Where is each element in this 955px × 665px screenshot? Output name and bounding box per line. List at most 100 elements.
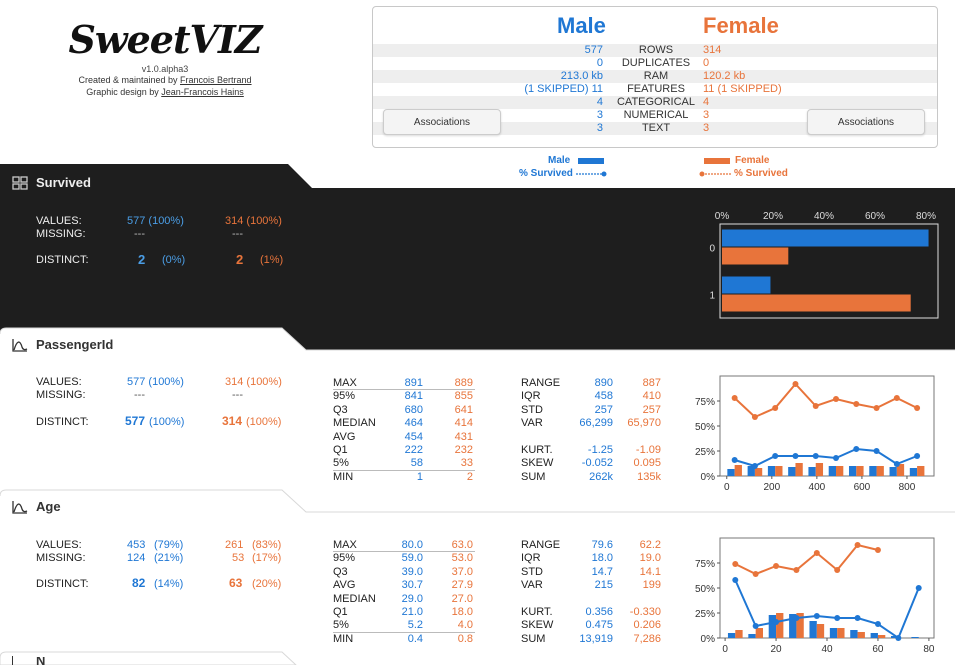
male-survival-point [773,619,780,625]
values-label: VALUES: [36,376,82,388]
y-tick-label: 25% [695,447,715,458]
x-tick-label: 40 [821,644,833,655]
female-bar [734,465,742,476]
stat-female: -0.330 [629,605,661,618]
stat-female: 641 [454,403,473,416]
female-missing: --- [232,389,243,401]
stat-male: 14.7 [591,565,613,578]
stat-label: MIN [333,470,354,483]
stat-female: 62.2 [639,539,661,551]
stat-female: 855 [454,390,473,403]
stat-row: VAR 66,299 65,970 [521,417,663,430]
stat-female: 257 [642,403,661,416]
stat-male: 30.7 [401,579,423,592]
stat-label: SUM [521,632,546,645]
summary-right-value: 11 (1 SKIPPED) [703,83,782,95]
male-bar [722,229,929,247]
stat-male: 891 [404,377,423,389]
stat-female: 889 [454,377,473,389]
female-bar [816,624,825,638]
feature-title: Age [36,499,61,514]
stat-row: MAX 80.0 63.0 [333,539,475,553]
stat-row: MIN 1 2 [333,471,475,484]
female-survival-point [772,405,779,411]
stat-label: Q1 [333,443,348,456]
female-survival-point [833,396,840,402]
stat-male: -0.052 [581,457,613,470]
female-bar [722,247,789,265]
author-link[interactable]: Francois Bertrand [180,75,252,85]
stat-female: 431 [454,430,473,443]
stat-label: 95% [333,552,356,565]
stat-label: 95% [333,390,356,403]
plot-frame [719,537,935,639]
stat-label: STD [521,565,543,578]
male-distinct: 82 [132,576,146,590]
female-bar [775,466,783,476]
male-survival-point [834,615,841,621]
male-missing: 124 [127,552,146,564]
stat-row: SKEW -0.052 0.095 [521,457,663,470]
female-bar [877,635,886,638]
stat-label: Q3 [333,565,348,578]
stat-female: 0.8 [457,632,473,645]
male-bar [869,466,877,476]
stat-row: KURT. -1.25 -1.09 [521,444,663,457]
associations-button-female[interactable]: Associations [807,109,925,135]
male-survival-point [731,457,738,463]
stat-label: VAR [521,417,543,430]
male-bar [848,466,857,476]
quantile-stats-table: MAX 891 889 95% 841 855 Q3 680 641 MEDIAN 464 41… [333,377,475,484]
male-title: Male [557,13,606,38]
stat-male: 262k [589,470,613,483]
stat-male: 680 [404,403,423,416]
spread-stats-table: RANGE 79.6 62.2 IQR 18.0 19.0 STD 14.7 14.1 VA… [521,539,663,646]
numerical-distribution-icon [12,501,28,514]
male-bar [727,633,736,638]
female-bar [876,466,884,476]
stat-male: 222 [404,443,423,456]
summary-left-value: 213.0 kb [560,70,603,82]
stat-row: AVG 30.7 27.9 [333,579,475,592]
feature-header-age[interactable]: Age [0,494,61,520]
feature-header-passengerid[interactable]: PassengerId [0,332,113,358]
male-survival-point [895,635,902,641]
stat-row: MAX 891 889 [333,377,475,391]
design-line: Graphic design by Jean-Francois Hains [60,86,270,98]
credit-line: Created & maintained by Francois Bertran… [60,74,270,86]
female-survival-point [874,547,881,553]
female-bar [836,466,844,476]
stat-row: STD 14.7 14.1 [521,566,663,579]
distinct-label: DISTINCT: [36,578,89,590]
stat-row: RANGE 890 887 [521,377,663,390]
age-histogram: 0% 25% 50% 75% 0 20 40 60 80 [695,537,935,655]
summary-label: ROWS [638,44,674,56]
male-survival-point [751,463,758,469]
female-survival-point [812,403,819,409]
feature-header-survived[interactable]: Survived [0,170,91,196]
male-values-pct: (79%) [154,539,184,551]
male-bar [850,630,858,638]
male-distinct: 577 [125,414,146,428]
female-survival-point [854,542,861,548]
designer-link[interactable]: Jean-Francois Hains [161,87,244,97]
female-missing-pct: (17%) [252,552,282,564]
female-distinct: 2 [236,252,244,267]
associations-button-male[interactable]: Associations [383,109,501,135]
female-distinct: 314 [222,414,243,428]
stat-row: Q1 21.0 18.0 [333,606,475,619]
female-survival-point [834,567,841,573]
summary-left-value: (1 SKIPPED) 11 [524,83,603,95]
stat-male: 257 [594,403,613,416]
male-survival-point [893,461,900,467]
female-bar [754,468,763,476]
stat-female: 0.206 [633,619,661,632]
female-survival-point [792,381,799,387]
stat-male: 0.4 [407,632,423,645]
stat-female: 7,286 [633,632,661,645]
female-survival-point [732,561,739,567]
missing-label: MISSING: [36,389,86,401]
next-section-tab [0,651,297,665]
categorical-icon [12,176,28,190]
stat-male: 454 [404,430,423,443]
